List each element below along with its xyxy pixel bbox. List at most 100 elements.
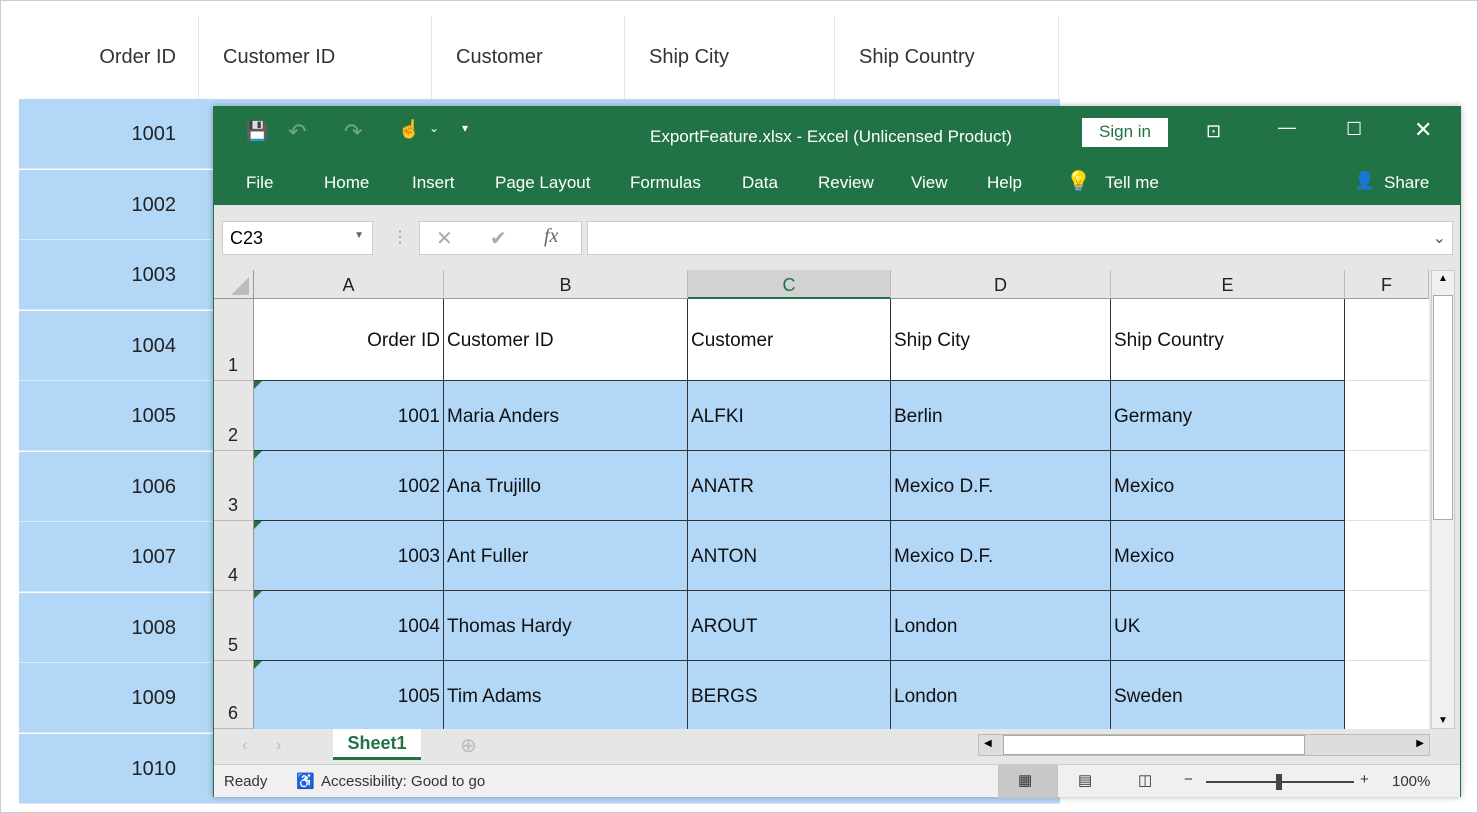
bg-header-ship-city[interactable]: Ship City (625, 16, 835, 99)
cell-grid[interactable]: Order ID Customer ID Customer Ship City Ship… (254, 299, 1429, 729)
column-header-c[interactable]: C (688, 270, 891, 299)
cell-f5[interactable] (1345, 591, 1429, 661)
column-header-e[interactable]: E (1111, 270, 1345, 299)
scroll-right-icon[interactable]: ▶ (1416, 738, 1424, 749)
zoom-in-icon[interactable]: + (1360, 771, 1369, 788)
tab-data[interactable]: Data (742, 173, 778, 193)
cell-b4[interactable]: Ant Fuller (444, 521, 688, 591)
tab-file[interactable]: File (246, 173, 273, 193)
scroll-thumb[interactable] (1433, 295, 1453, 520)
cell-b1[interactable]: Customer ID (444, 299, 688, 381)
bg-header-ship-country[interactable]: Ship Country (835, 16, 1059, 99)
share-button[interactable]: Share (1384, 173, 1429, 193)
sheet-prev-icon[interactable]: ‹ (242, 737, 247, 755)
tab-insert[interactable]: Insert (412, 173, 455, 193)
row-header-5[interactable]: 5 (214, 591, 254, 661)
cell-c3[interactable]: ANATR (688, 451, 891, 521)
chevron-down-icon[interactable]: ⌄ (429, 121, 439, 135)
ribbon-display-icon[interactable]: ⊡ (1206, 121, 1221, 142)
maximize-icon[interactable]: ☐ (1346, 119, 1362, 140)
save-icon[interactable]: 💾 (246, 121, 268, 142)
redo-icon[interactable]: ↷ (344, 119, 362, 145)
page-layout-view-icon[interactable]: ▤ (1078, 771, 1092, 789)
tab-formulas[interactable]: Formulas (630, 173, 701, 193)
cell-c1[interactable]: Customer (688, 299, 891, 381)
cell-f2[interactable] (1345, 381, 1429, 451)
normal-view-button[interactable]: ▦ (998, 765, 1058, 798)
customize-toolbar-icon[interactable]: ▾ (462, 121, 468, 135)
sheet-tab-sheet1[interactable]: Sheet1 (333, 729, 421, 760)
cell-b6[interactable]: Tim Adams (444, 661, 688, 729)
vertical-scrollbar[interactable]: ▲ ▼ (1431, 270, 1455, 729)
scroll-down-icon[interactable]: ▼ (1438, 715, 1448, 726)
row-header-2[interactable]: 2 (214, 381, 254, 451)
cell-a1[interactable]: Order ID (254, 299, 444, 381)
expand-formula-bar-icon[interactable]: ⌄ (1433, 228, 1446, 248)
cell-b2[interactable]: Maria Anders (444, 381, 688, 451)
horizontal-scrollbar[interactable]: ◀ ▶ (978, 734, 1430, 756)
tab-page-layout[interactable]: Page Layout (495, 173, 590, 193)
cell-e1[interactable]: Ship Country (1111, 299, 1345, 381)
tab-review[interactable]: Review (818, 173, 874, 193)
cell-e4[interactable]: Mexico (1111, 521, 1345, 591)
zoom-out-icon[interactable]: − (1184, 771, 1193, 788)
cell-f1[interactable] (1345, 299, 1429, 381)
tell-me-search[interactable]: Tell me (1105, 173, 1159, 193)
new-sheet-icon[interactable]: ⊕ (460, 733, 477, 758)
row-header-4[interactable]: 4 (214, 521, 254, 591)
cell-a5[interactable]: 1004 (254, 591, 444, 661)
close-icon[interactable]: ✕ (1414, 117, 1432, 143)
bg-header-order-id[interactable]: Order ID (19, 16, 199, 99)
touch-mode-icon[interactable]: ☝ (398, 119, 420, 140)
cell-d2[interactable]: Berlin (891, 381, 1111, 451)
sheet-next-icon[interactable]: › (276, 737, 281, 755)
name-box[interactable]: C23 ▼ (222, 221, 373, 255)
cell-c6[interactable]: BERGS (688, 661, 891, 729)
scroll-left-icon[interactable]: ◀ (984, 738, 992, 749)
tab-help[interactable]: Help (987, 173, 1022, 193)
row-header-3[interactable]: 3 (214, 451, 254, 521)
h-scroll-thumb[interactable] (1003, 735, 1305, 755)
scroll-up-icon[interactable]: ▲ (1438, 273, 1448, 284)
cell-e5[interactable]: UK (1111, 591, 1345, 661)
cell-f3[interactable] (1345, 451, 1429, 521)
sign-in-button[interactable]: Sign in (1082, 118, 1168, 147)
cell-a6[interactable]: 1005 (254, 661, 444, 729)
column-header-a[interactable]: A (254, 270, 444, 299)
cancel-icon[interactable]: ✕ (436, 226, 453, 251)
cell-c4[interactable]: ANTON (688, 521, 891, 591)
tab-view[interactable]: View (911, 173, 948, 193)
accessibility-status[interactable]: Accessibility: Good to go (321, 773, 485, 790)
bg-header-customer[interactable]: Customer (432, 16, 625, 99)
zoom-slider-thumb[interactable] (1276, 774, 1282, 790)
cell-e3[interactable]: Mexico (1111, 451, 1345, 521)
column-header-b[interactable]: B (444, 270, 688, 299)
column-header-d[interactable]: D (891, 270, 1111, 299)
cell-d3[interactable]: Mexico D.F. (891, 451, 1111, 521)
cell-e2[interactable]: Germany (1111, 381, 1345, 451)
cell-f4[interactable] (1345, 521, 1429, 591)
formula-bar-input[interactable]: ⌄ (587, 221, 1453, 255)
bg-header-customer-id[interactable]: Customer ID (199, 16, 432, 99)
cell-f6[interactable] (1345, 661, 1429, 729)
tab-home[interactable]: Home (324, 173, 369, 193)
column-header-f[interactable]: F (1345, 270, 1429, 299)
row-header-1[interactable]: 1 (214, 299, 254, 381)
undo-icon[interactable]: ↶ (288, 119, 306, 145)
cell-d4[interactable]: Mexico D.F. (891, 521, 1111, 591)
cell-d6[interactable]: London (891, 661, 1111, 729)
chevron-down-icon[interactable]: ▼ (354, 230, 364, 241)
page-break-view-icon[interactable]: ◫ (1138, 771, 1152, 789)
cell-a2[interactable]: 1001 (254, 381, 444, 451)
cell-b5[interactable]: Thomas Hardy (444, 591, 688, 661)
row-header-6[interactable]: 6 (214, 661, 254, 729)
select-all-button[interactable] (214, 270, 254, 299)
zoom-level[interactable]: 100% (1392, 773, 1430, 790)
enter-icon[interactable]: ✔ (490, 226, 507, 251)
cell-c5[interactable]: AROUT (688, 591, 891, 661)
cell-d1[interactable]: Ship City (891, 299, 1111, 381)
cell-c2[interactable]: ALFKI (688, 381, 891, 451)
minimize-icon[interactable]: — (1278, 117, 1296, 138)
cell-a3[interactable]: 1002 (254, 451, 444, 521)
cell-b3[interactable]: Ana Trujillo (444, 451, 688, 521)
